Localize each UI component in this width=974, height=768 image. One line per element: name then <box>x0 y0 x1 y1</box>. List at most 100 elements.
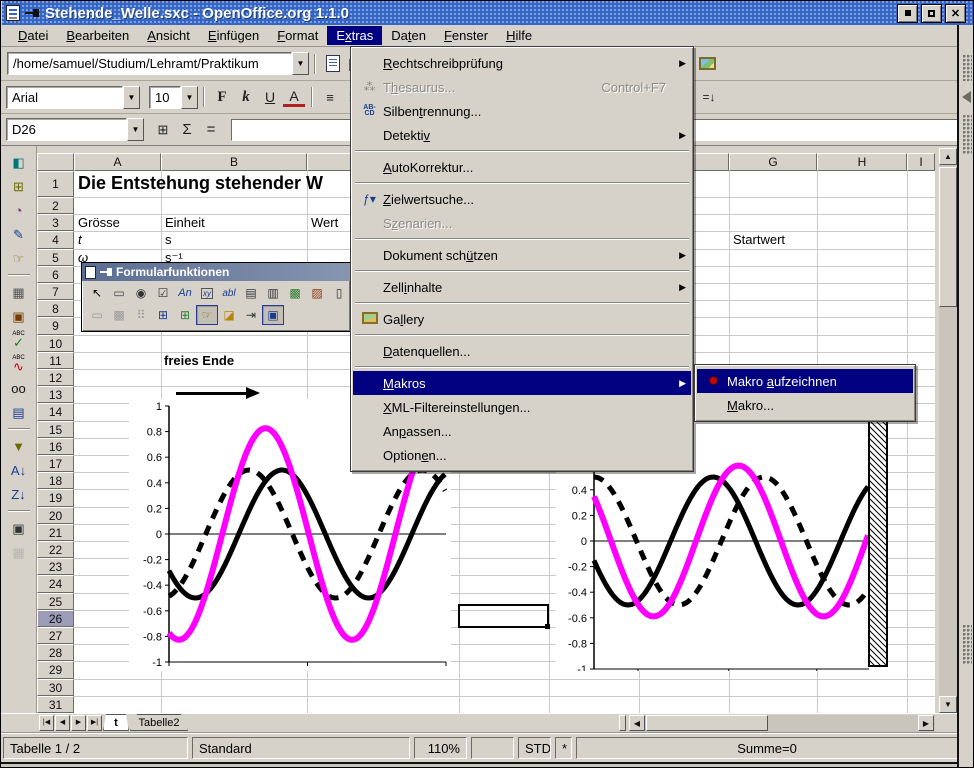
row-header-10[interactable]: 10 <box>37 335 74 352</box>
row-header-17[interactable]: 17 <box>37 455 74 472</box>
group-button[interactable]: ▣ <box>6 517 32 539</box>
image-button-button[interactable]: ▩ <box>284 283 306 303</box>
horizontal-scroll-thumb[interactable] <box>646 715 768 731</box>
titlebar[interactable]: Stehende_Welle.sxc - OpenOffice.org 1.1.… <box>2 1 974 25</box>
font-name-field[interactable]: Arial <box>6 86 123 109</box>
radio-button-button[interactable]: ◉ <box>130 283 152 303</box>
tab-splitter[interactable] <box>619 715 626 731</box>
row-header-2[interactable]: 2 <box>37 197 74 214</box>
toolbar-hide-arrow-icon[interactable] <box>962 91 971 103</box>
font-name-combobox[interactable]: Arial ▼ <box>6 86 140 109</box>
menubar-item-extras[interactable]: Extras <box>327 26 382 45</box>
status-zoom[interactable]: 110% <box>414 737 467 759</box>
scroll-down-button[interactable]: ▼ <box>939 696 957 713</box>
row-header-13[interactable]: 13 <box>37 386 74 403</box>
fill-handle[interactable] <box>545 624 550 629</box>
row-header-1[interactable]: 1 <box>37 171 74 197</box>
function-button[interactable]: = <box>200 119 222 141</box>
row-header-8[interactable]: 8 <box>37 300 74 317</box>
minimize-button[interactable] <box>897 4 918 23</box>
select-all-corner[interactable] <box>37 153 74 171</box>
menubar-item-einfgen[interactable]: Einfügen <box>199 26 268 45</box>
activation-order-button[interactable]: ⇥ <box>240 305 262 325</box>
insert-button[interactable]: ◧ <box>6 151 32 173</box>
prev-sheet-button[interactable]: ◀ <box>55 715 70 731</box>
text-box-button[interactable]: abl <box>218 283 240 303</box>
insert-cells-button[interactable]: ⊞ <box>6 175 32 197</box>
url-combobox[interactable]: /home/samuel/Studium/Lehramt/Praktikum ▼ <box>7 52 309 75</box>
row-header-20[interactable]: 20 <box>37 507 74 524</box>
font-size-field[interactable]: 10 <box>149 86 181 109</box>
insert-draw-button[interactable]: ✎ <box>6 223 32 245</box>
formatted-field-button[interactable]: ⠿ <box>130 305 152 325</box>
column-header-b[interactable]: B <box>161 153 307 171</box>
menubar-item-format[interactable]: Format <box>268 26 327 45</box>
sort-descending-button[interactable]: Z↓ <box>6 483 32 505</box>
pattern-field-button[interactable]: ▩ <box>108 305 130 325</box>
autofilter-button[interactable]: ▼ <box>6 435 32 457</box>
menu-item-szenarien[interactable]: Szenarien... <box>353 211 691 235</box>
status-sum[interactable]: Summe=0 <box>576 737 958 759</box>
row-header-26[interactable]: 26 <box>37 610 74 627</box>
borders-button[interactable]: =↓ <box>698 86 720 108</box>
table-control-button[interactable]: ⊞ <box>152 305 174 325</box>
menu-item-datenquellen[interactable]: Datenquellen... <box>353 339 691 363</box>
first-sheet-button[interactable]: |◀ <box>39 715 54 731</box>
active-cell-cursor[interactable] <box>458 604 549 628</box>
menu-item-gallery[interactable]: Gallery <box>353 307 691 331</box>
ungroup-button[interactable]: ▦ <box>6 541 32 563</box>
submenu-item-makroaufzeichnen[interactable]: Makro aufzeichnen <box>697 369 913 393</box>
menu-item-silbentrennung[interactable]: AB-CDSilbentrennung... <box>353 99 691 123</box>
function-wizard-button[interactable]: ⊞ <box>152 119 174 141</box>
row-header-22[interactable]: 22 <box>37 541 74 558</box>
combo-box-button[interactable]: ▥ <box>262 283 284 303</box>
sheet-tab-t[interactable]: t <box>103 714 129 731</box>
menu-item-autokorrektur[interactable]: AutoKorrektur... <box>353 155 691 179</box>
italic-button[interactable]: k <box>235 86 257 108</box>
arrow-shape[interactable] <box>176 392 246 395</box>
menu-item-rechtschreibprfung[interactable]: Rechtschreibprüfung▶ <box>353 51 691 75</box>
row-header-14[interactable]: 14 <box>37 403 74 420</box>
scroll-right-button[interactable]: ▶ <box>918 715 934 731</box>
row-header-28[interactable]: 28 <box>37 644 74 661</box>
row-header-12[interactable]: 12 <box>37 369 74 386</box>
menu-item-makros[interactable]: Makros▶ <box>353 371 691 395</box>
pin-icon[interactable] <box>25 9 39 17</box>
row-header-3[interactable]: 3 <box>37 214 74 231</box>
horizontal-scrollbar[interactable]: ◀ ▶ <box>629 715 935 732</box>
find-button[interactable]: oo <box>6 377 32 399</box>
scroll-up-button[interactable]: ▲ <box>939 148 957 165</box>
row-header-27[interactable]: 27 <box>37 627 74 644</box>
image-control-button[interactable]: ▨ <box>306 283 328 303</box>
open-in-design-mode-button[interactable]: ◪ <box>218 305 240 325</box>
floating-toolbar-formularfunktionen[interactable]: Formularfunktionen ↖▭◉☑Anxyabl▤▥▩▨▯ ▭▩⠿⊞… <box>81 262 351 332</box>
sort-ascending-button[interactable]: A↓ <box>6 459 32 481</box>
floating-toolbar-titlebar[interactable]: Formularfunktionen <box>82 263 350 281</box>
row-header-18[interactable]: 18 <box>37 472 74 489</box>
url-dropdown-button[interactable]: ▼ <box>292 52 309 75</box>
name-box[interactable]: D26 ▼ <box>6 118 144 141</box>
new-document-button[interactable] <box>322 53 344 75</box>
row-header-9[interactable]: 9 <box>37 317 74 334</box>
next-sheet-button[interactable]: ▶ <box>71 715 86 731</box>
insert-chart-button[interactable]: ◔ <box>6 199 32 221</box>
row-header-21[interactable]: 21 <box>37 524 74 541</box>
menu-item-anpassen[interactable]: Anpassen... <box>353 419 691 443</box>
scroll-left-button[interactable]: ◀ <box>629 715 645 731</box>
row-header-16[interactable]: 16 <box>37 438 74 455</box>
url-field[interactable]: /home/samuel/Studium/Lehramt/Praktikum <box>7 52 292 75</box>
edit-field-button[interactable]: ▭ <box>86 305 108 325</box>
menubar-item-hilfe[interactable]: Hilfe <box>497 26 541 45</box>
last-sheet-button[interactable]: ▶| <box>87 715 102 731</box>
menubar-item-fenster[interactable]: Fenster <box>435 26 497 45</box>
row-header-7[interactable]: 7 <box>37 283 74 300</box>
menu-item-optionen[interactable]: Optionen... <box>353 443 691 467</box>
push-button-button[interactable]: ▭ <box>108 283 130 303</box>
menu-item-thesaurus[interactable]: ⁂Thesaurus...Control+F7 <box>353 75 691 99</box>
menubar-item-bearbeiten[interactable]: Bearbeiten <box>57 26 138 45</box>
row-header-24[interactable]: 24 <box>37 575 74 592</box>
more-controls-button[interactable]: ⊞ <box>174 305 196 325</box>
bold-button[interactable]: F <box>211 86 233 108</box>
form-navigator-button[interactable]: ☞ <box>196 305 218 325</box>
menu-item-xmlfiltereinstellungen[interactable]: XML-Filtereinstellungen... <box>353 395 691 419</box>
